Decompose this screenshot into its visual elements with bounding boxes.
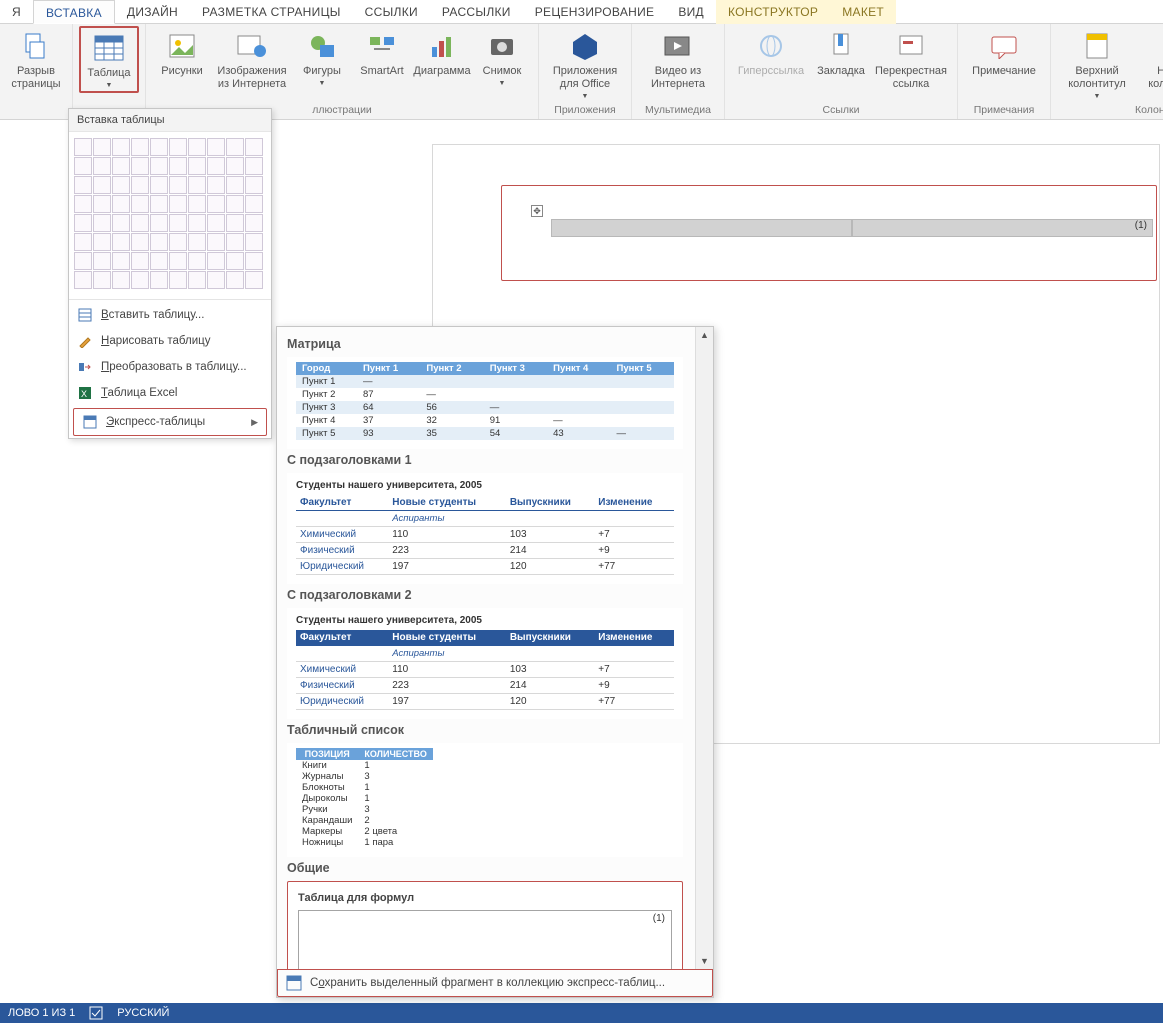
footer-button[interactable]: Нижний колонтитул▼ (1137, 26, 1163, 102)
gallery-heading-sub1: С подзаголовками 1 (287, 453, 683, 467)
bookmark-button[interactable]: Закладка (811, 26, 871, 78)
draw-table-item[interactable]: Нарисовать таблицу (69, 328, 271, 354)
gallery-item-matrix[interactable]: ГородПункт 1Пункт 2Пункт 3Пункт 4Пункт 5… (287, 357, 683, 449)
svg-text:X: X (81, 389, 87, 399)
tab-file[interactable]: Я (0, 0, 33, 24)
pictures-button[interactable]: Рисунки (152, 26, 212, 78)
status-language[interactable]: РУССКИЙ (117, 1007, 169, 1019)
tab-page-layout[interactable]: РАЗМЕТКА СТРАНИЦЫ (190, 0, 353, 24)
tab-insert[interactable]: ВСТАВКА (33, 0, 115, 24)
ribbon: Разрыв страницы Таблица▼ Рисунки Изображ… (0, 24, 1163, 120)
table-dropdown-title: Вставка таблицы (69, 109, 271, 132)
tab-table-layout[interactable]: МАКЕТ (830, 0, 896, 24)
office-apps-button[interactable]: Приложения для Office▼ (545, 26, 625, 102)
smartart-button[interactable]: SmartArt (352, 26, 412, 78)
quicktable-icon (82, 414, 98, 430)
table-move-handle[interactable]: ✥ (531, 205, 543, 217)
tab-view[interactable]: ВИД (666, 0, 716, 24)
group-media: Видео из ИнтернетаМультимедиа (632, 24, 725, 119)
scroll-up-icon[interactable]: ▲ (700, 330, 709, 340)
group-tables: Таблица▼ (73, 24, 146, 119)
convert-table-item[interactable]: Преобразовать в таблицу... (69, 354, 271, 380)
excel-table-item[interactable]: XТаблица Excel (69, 380, 271, 406)
status-bar: ЛОВО 1 ИЗ 1 РУССКИЙ (0, 1003, 1163, 1023)
ribbon-tabs: Я ВСТАВКА ДИЗАЙН РАЗМЕТКА СТРАНИЦЫ ССЫЛК… (0, 0, 1163, 24)
gallery-heading-matrix: Матрица (287, 337, 683, 351)
chevron-right-icon: ▶ (251, 417, 258, 428)
chart-button[interactable]: Диаграмма (412, 26, 472, 78)
crossref-button[interactable]: Перекрестная ссылка (871, 26, 951, 91)
quick-tables-item[interactable]: Экспресс-таблицы▶ (73, 408, 267, 436)
status-proofing-icon[interactable] (89, 1006, 103, 1020)
quick-tables-gallery: Матрица ГородПункт 1Пункт 2Пункт 3Пункт … (276, 326, 714, 998)
scroll-down-icon[interactable]: ▼ (700, 956, 709, 966)
shapes-button[interactable]: Фигуры▼ (292, 26, 352, 89)
group-illustrations: Рисунки Изображения из Интернета Фигуры▼… (146, 24, 539, 119)
group-comments: ПримечаниеПримечания (958, 24, 1051, 119)
tab-mailings[interactable]: РАССЫЛКИ (430, 0, 523, 24)
gallery-heading-list: Табличный список (287, 723, 683, 737)
screenshot-button[interactable]: Снимок▼ (472, 26, 532, 89)
hyperlink-button[interactable]: Гиперссылка (731, 26, 811, 78)
gallery-heading-sub2: С подзаголовками 2 (287, 588, 683, 602)
online-pictures-button[interactable]: Изображения из Интернета (212, 26, 292, 91)
online-video-button[interactable]: Видео из Интернета (638, 26, 718, 91)
tab-review[interactable]: РЕЦЕНЗИРОВАНИЕ (523, 0, 667, 24)
table-dropdown: Вставка таблицы Вставить таблицу... Нари… (68, 108, 272, 439)
insert-table-item[interactable]: Вставить таблицу... (69, 302, 271, 328)
status-wordcount[interactable]: ЛОВО 1 ИЗ 1 (8, 1007, 75, 1019)
convert-icon (77, 359, 93, 375)
gallery-item-list[interactable]: ПОЗИЦИЯКОЛИЧЕСТВОКниги1Журналы3Блокноты1… (287, 743, 683, 857)
chevron-down-icon: ▼ (106, 82, 113, 90)
save-to-gallery-button[interactable]: Сохранить выделенный фрагмент в коллекци… (277, 969, 713, 997)
table-size-grid[interactable] (69, 132, 271, 297)
gallery-item-sub1[interactable]: Студенты нашего университета, 2005Факуль… (287, 473, 683, 584)
gallery-item-formula[interactable]: Таблица для формул (1) (287, 881, 683, 969)
tab-references[interactable]: ССЫЛКИ (353, 0, 430, 24)
gallery-item-sub2[interactable]: Студенты нашего университета, 2005Факуль… (287, 608, 683, 719)
tab-design[interactable]: ДИЗАЙН (115, 0, 190, 24)
pencil-icon (77, 333, 93, 349)
document-table[interactable]: (1) (551, 219, 1153, 237)
table-icon (77, 307, 93, 323)
page-break-button[interactable]: Разрыв страницы (6, 26, 66, 91)
group-apps: Приложения для Office▼Приложения (539, 24, 632, 119)
group-headerfooter: Верхний колонтитул▼ Нижний колонтитул▼ #… (1051, 24, 1163, 119)
excel-icon: X (77, 385, 93, 401)
header-button[interactable]: Верхний колонтитул▼ (1057, 26, 1137, 102)
table-button[interactable]: Таблица▼ (79, 26, 139, 93)
save-gallery-icon (286, 975, 302, 991)
gallery-scrollbar[interactable]: ▲▼ (695, 327, 713, 969)
group-links: Гиперссылка Закладка Перекрестная ссылка… (725, 24, 958, 119)
comment-button[interactable]: Примечание (964, 26, 1044, 78)
group-pages: Разрыв страницы (0, 24, 73, 119)
tab-table-design[interactable]: КОНСТРУКТОР (716, 0, 830, 24)
gallery-heading-general: Общие (287, 861, 683, 875)
